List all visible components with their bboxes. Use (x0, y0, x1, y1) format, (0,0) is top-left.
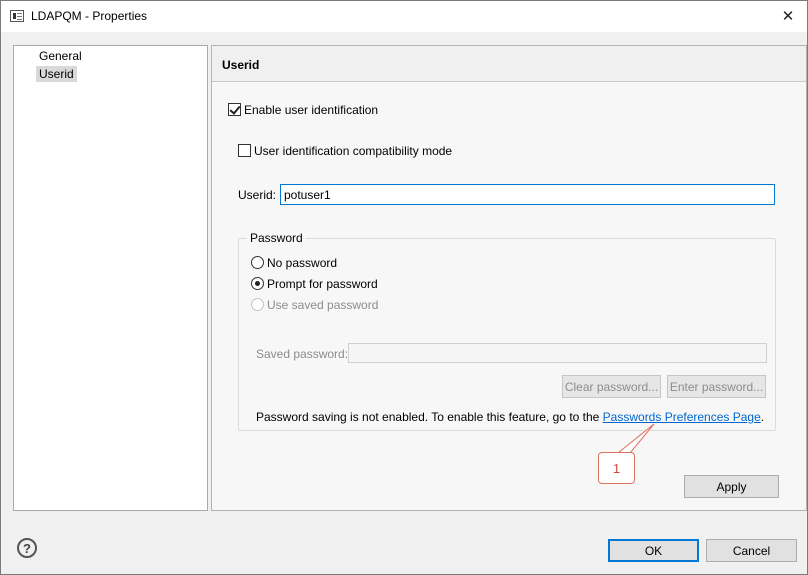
no-password-radio[interactable] (251, 256, 264, 269)
saved-password-label: Saved password: (256, 347, 349, 361)
passwords-preferences-link[interactable]: Passwords Preferences Page (603, 410, 761, 424)
close-icon[interactable]: ✕ (773, 3, 803, 29)
password-info-prefix: Password saving is not enabled. To enabl… (256, 410, 603, 424)
enable-user-identification-label[interactable]: Enable user identification (244, 103, 378, 117)
help-icon[interactable]: ? (17, 538, 37, 558)
no-password-label[interactable]: No password (267, 256, 337, 270)
panel-header: Userid (212, 46, 806, 82)
panel-title: Userid (222, 58, 260, 72)
userid-input[interactable] (280, 184, 775, 205)
password-info-suffix: . (760, 410, 765, 424)
compat-mode-checkbox[interactable] (238, 144, 251, 157)
properties-dialog: LDAPQM - Properties ✕ General Userid Use… (0, 0, 808, 575)
properties-nav-tree: General Userid (13, 45, 208, 511)
prompt-for-password-radio[interactable] (251, 277, 264, 290)
password-info-text: Password saving is not enabled. To enabl… (256, 410, 764, 424)
userid-label: Userid: (238, 188, 277, 202)
prompt-for-password-label[interactable]: Prompt for password (267, 277, 378, 291)
cancel-button[interactable]: Cancel (706, 539, 797, 562)
window-icon (10, 10, 24, 22)
clear-password-button: Clear password... (562, 375, 661, 398)
use-saved-password-label: Use saved password (267, 298, 379, 312)
apply-button[interactable]: Apply (684, 475, 779, 498)
callout-marker: 1 (598, 452, 635, 484)
title-bar: LDAPQM - Properties ✕ (1, 1, 807, 32)
use-saved-password-radio (251, 298, 264, 311)
password-group-legend: Password (247, 231, 306, 245)
nav-item-userid[interactable]: Userid (36, 66, 77, 82)
enter-password-button: Enter password... (667, 375, 766, 398)
ok-button[interactable]: OK (608, 539, 699, 562)
saved-password-input (348, 343, 767, 363)
enable-user-identification-checkbox[interactable] (228, 103, 241, 116)
compat-mode-label[interactable]: User identification compatibility mode (254, 144, 452, 158)
nav-item-general[interactable]: General (36, 48, 85, 64)
window-title: LDAPQM - Properties (31, 9, 148, 23)
